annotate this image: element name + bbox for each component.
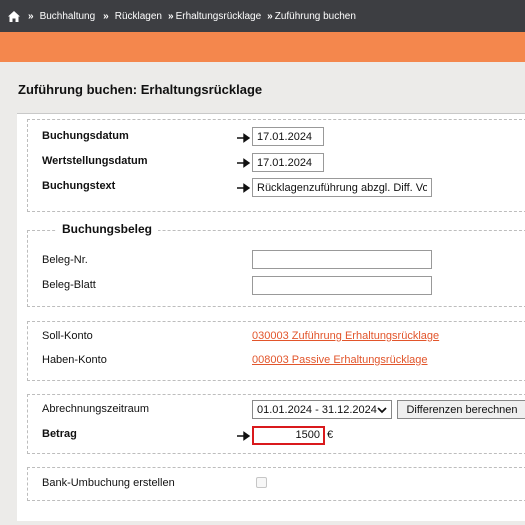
currency-symbol: € xyxy=(327,429,334,441)
booking-section: Buchungsdatum Wertstellungsdatum Buchung… xyxy=(27,119,525,212)
breadcrumb-erhaltungsruecklage[interactable]: Erhaltungsrücklage xyxy=(176,11,262,22)
chevron-down-icon xyxy=(377,406,387,413)
beleg-blatt-label: Beleg-Blatt xyxy=(42,279,96,291)
breadcrumb-separator: » xyxy=(28,10,34,22)
bank-section: Bank-Umbuchung erstellen xyxy=(27,467,525,501)
arrow-right-icon xyxy=(237,183,251,193)
arrow-right-icon xyxy=(237,431,251,441)
haben-konto-label: Haben-Konto xyxy=(42,354,107,366)
booking-date-input[interactable] xyxy=(252,127,324,146)
form-panel: Buchungsdatum Wertstellungsdatum Buchung… xyxy=(17,113,525,521)
bank-transfer-checkbox[interactable] xyxy=(256,477,267,488)
home-icon[interactable] xyxy=(8,10,20,22)
arrow-right-icon xyxy=(237,133,251,143)
period-label: Abrechnungszeitraum xyxy=(42,403,150,415)
haben-konto-link[interactable]: 008003 Passive Erhaltungsrücklage xyxy=(252,354,428,366)
booking-date-label: Buchungsdatum xyxy=(42,130,129,142)
period-select-value: 01.01.2024 - 31.12.2024 xyxy=(257,403,377,416)
period-section: Abrechnungszeitraum 01.01.2024 - 31.12.2… xyxy=(27,394,525,454)
booking-text-label: Buchungstext xyxy=(42,180,116,192)
beleg-nr-label: Beleg-Nr. xyxy=(42,254,88,266)
accent-band xyxy=(0,32,525,62)
calculate-differences-button[interactable]: Differenzen berechnen xyxy=(397,400,525,419)
beleg-blatt-input[interactable] xyxy=(252,276,432,295)
amount-label: Betrag xyxy=(42,428,77,440)
beleg-section: Buchungsbeleg Beleg-Nr. Beleg-Blatt xyxy=(27,222,525,307)
booking-text-input[interactable] xyxy=(252,178,432,197)
breadcrumb-separator: » xyxy=(168,10,174,22)
valuta-date-label: Wertstellungsdatum xyxy=(42,155,148,167)
soll-konto-link[interactable]: 030003 Zuführung Erhaltungsrücklage xyxy=(252,330,439,342)
bank-transfer-label: Bank-Umbuchung erstellen xyxy=(42,477,175,489)
breadcrumb-ruecklagen[interactable]: Rücklagen xyxy=(115,11,162,22)
breadcrumb-bar: » Buchhaltung » Rücklagen » Erhaltungsrü… xyxy=(0,0,525,32)
soll-konto-label: Soll-Konto xyxy=(42,330,93,342)
period-select[interactable]: 01.01.2024 - 31.12.2024 xyxy=(252,400,392,419)
breadcrumb-separator: » xyxy=(103,10,109,22)
arrow-right-icon xyxy=(237,158,251,168)
breadcrumb-buchhaltung[interactable]: Buchhaltung xyxy=(40,11,96,22)
beleg-nr-input[interactable] xyxy=(252,250,432,269)
amount-input[interactable]: 1500 xyxy=(252,426,325,445)
breadcrumb-separator: » xyxy=(267,10,273,22)
breadcrumb-current: Zuführung buchen xyxy=(274,10,356,22)
accounts-section: Soll-Konto 030003 Zuführung Erhaltungsrü… xyxy=(27,321,525,381)
page-title: Zuführung buchen: Erhaltungsrücklage xyxy=(18,82,263,97)
beleg-legend: Buchungsbeleg xyxy=(56,222,159,236)
valuta-date-input[interactable] xyxy=(252,153,324,172)
